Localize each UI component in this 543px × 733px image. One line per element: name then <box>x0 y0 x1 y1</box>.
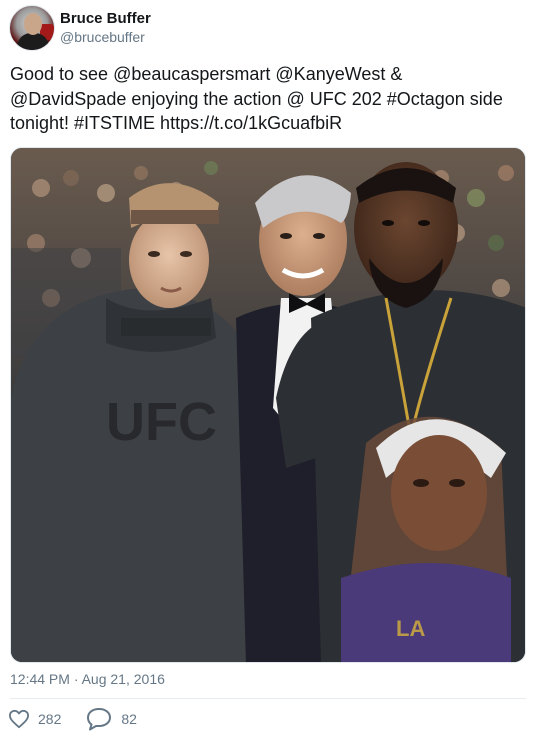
like-count: 282 <box>38 711 62 727</box>
heart-icon <box>8 709 30 729</box>
tweet-actions: 282 82 <box>8 707 161 731</box>
reply-button[interactable]: 82 <box>85 707 137 731</box>
tweet-card: Bruce Buffer @brucebuffer Good to see @b… <box>0 0 543 733</box>
tweet-timestamp[interactable]: 12:44 PM · Aug 21, 2016 <box>10 669 165 689</box>
author-display-name[interactable]: Bruce Buffer <box>60 9 151 28</box>
reply-count: 82 <box>121 711 137 727</box>
like-button[interactable]: 282 <box>8 709 61 729</box>
tweet-header: Bruce Buffer @brucebuffer <box>9 4 151 52</box>
author-names: Bruce Buffer @brucebuffer <box>60 9 151 47</box>
avatar[interactable] <box>9 5 55 51</box>
svg-text:LA: LA <box>396 616 425 641</box>
tweet-text: Good to see @beaucaspersmart @KanyeWest … <box>10 64 503 133</box>
shirt-ufc-logo: UFC <box>106 392 217 452</box>
tweet-photo[interactable]: UFC LA <box>10 147 526 663</box>
divider <box>10 698 526 699</box>
author-handle[interactable]: @brucebuffer <box>60 28 151 47</box>
speech-bubble-icon <box>85 707 113 731</box>
photo-illustration: UFC LA <box>11 148 525 662</box>
